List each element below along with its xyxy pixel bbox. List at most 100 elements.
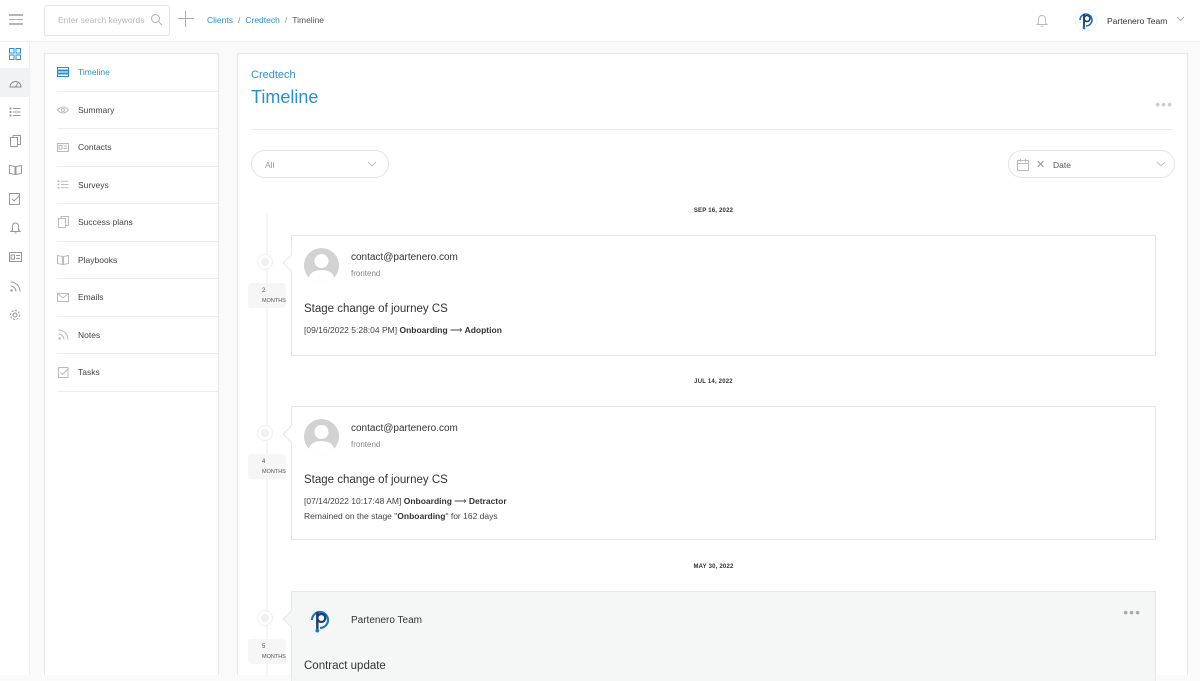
search-input[interactable] (58, 15, 148, 25)
subnav-item-label: Playbooks (78, 254, 118, 265)
more-options-icon[interactable]: ••• (1155, 96, 1173, 112)
list-icon[interactable] (8, 105, 22, 119)
subnav-item-label: Notes (78, 329, 101, 340)
id-card-icon (57, 142, 69, 153)
event-source: frontend (351, 269, 381, 278)
subnav-item-surveys[interactable]: Surveys (57, 167, 218, 204)
breadcrumb-separator: / (237, 15, 241, 25)
timeline-age-badge: 4 MONTHS (248, 454, 286, 479)
timeline-icon (57, 67, 69, 78)
subnav-item-notes[interactable]: Notes (57, 317, 218, 354)
event-title: Stage change of journey CS (304, 303, 448, 315)
chevron-down-icon[interactable] (1176, 16, 1185, 22)
breadcrumb-separator: / (284, 15, 288, 25)
event-timestamp: [07/14/2022 10:17:48 AM] (304, 496, 402, 506)
book-icon (57, 254, 69, 265)
subnav-item-label: Emails (78, 292, 104, 303)
subnav-item-timeline[interactable]: Timeline (57, 54, 218, 92)
breadcrumb-current: Timeline (292, 15, 325, 25)
breadcrumb-clients[interactable]: Clients (207, 15, 233, 25)
to-stage: Detractor (468, 496, 507, 506)
subnav-item-label: Summary (78, 104, 115, 115)
subnav-item-label: Surveys (78, 179, 109, 190)
remained-suffix: " for 162 days (445, 511, 498, 521)
timeline-age-badge: 2 MONTHS (248, 283, 286, 308)
timeline-event-card[interactable]: contact@partenero.com frontend Stage cha… (282, 406, 1156, 540)
feed-icon[interactable] (8, 279, 22, 293)
age-unit: MONTHS (262, 654, 286, 660)
client-name[interactable]: Credtech (251, 69, 296, 81)
subnav-item-contacts[interactable]: Contacts (57, 129, 218, 167)
subnav-item-tasks[interactable]: Tasks (57, 354, 218, 392)
user-avatar-logo[interactable] (1074, 8, 1098, 32)
dashboard-icon[interactable] (8, 47, 22, 61)
arrow-right-icon: ⟶ (454, 496, 467, 506)
to-stage: Adoption (464, 325, 502, 335)
chevron-down-icon (1156, 161, 1166, 167)
event-remained: Remained on the stage "Onboarding" for 1… (304, 511, 498, 521)
event-menu-icon[interactable]: ••• (1123, 604, 1141, 620)
remained-prefix: Remained on the stage " (304, 511, 398, 521)
card-pointer (282, 254, 300, 272)
subnav-item-label: Timeline (78, 67, 110, 78)
gear-icon[interactable] (8, 308, 22, 322)
subnav-item-success-plans[interactable]: Success plans (57, 204, 218, 242)
from-stage: Onboarding (403, 496, 452, 506)
search-icon[interactable] (150, 13, 163, 26)
event-author: contact@partenero.com (351, 252, 458, 263)
timeline-dot (258, 426, 272, 440)
event-source: frontend (351, 440, 381, 449)
book-icon[interactable] (8, 163, 22, 177)
calendar-icon[interactable] (1017, 159, 1029, 171)
event-title: Contract update (304, 660, 386, 672)
notifications-bell-icon[interactable] (1036, 14, 1048, 28)
user-name[interactable]: Partenero Team (1107, 16, 1167, 26)
timeline-event-card[interactable]: contact@partenero.com frontend Stage cha… (282, 235, 1156, 356)
timeline-date-label: MAY 30, 2022 (693, 564, 734, 570)
subnav-item-label: Tasks (78, 367, 100, 378)
subnav-item-label: Success plans (78, 217, 133, 228)
documents-icon[interactable] (8, 134, 22, 148)
documents-icon (57, 216, 69, 229)
eye-icon (57, 104, 69, 115)
timeline-dot (258, 611, 272, 625)
hamburger-menu-icon[interactable] (9, 14, 23, 26)
timeline-dot (258, 255, 272, 269)
event-timestamp: [09/16/2022 5:28:04 PM] (304, 325, 398, 335)
breadcrumb-credtech[interactable]: Credtech (245, 15, 280, 25)
dashboard-gauge-icon[interactable] (8, 76, 22, 90)
age-unit: MONTHS (262, 469, 286, 475)
id-card-icon[interactable] (8, 250, 22, 264)
avatar (304, 419, 339, 454)
arrow-right-icon: ⟶ (450, 325, 463, 335)
age-unit: MONTHS (262, 298, 286, 304)
date-filter[interactable]: ✕ Date (1008, 150, 1175, 178)
bell-icon[interactable] (8, 221, 22, 235)
date-filter-placeholder: Date (1053, 160, 1071, 170)
remained-stage: Onboarding (397, 511, 446, 521)
card-pointer (282, 610, 300, 628)
checklist-icon (57, 366, 69, 378)
add-icon[interactable] (178, 11, 194, 27)
partenero-logo (310, 610, 330, 633)
subnav-item-emails[interactable]: Emails (57, 279, 218, 317)
timeline-date-label: JUL 14, 2022 (694, 379, 733, 385)
subnav-item-summary[interactable]: Summary (57, 92, 218, 129)
event-type-select[interactable]: All (251, 150, 389, 178)
page-title: Timeline (251, 87, 319, 107)
subnav-item-playbooks[interactable]: Playbooks (57, 242, 218, 279)
clear-date-icon[interactable]: ✕ (1036, 158, 1045, 171)
checklist-icon[interactable] (8, 192, 22, 206)
from-stage: Onboarding (399, 325, 448, 335)
event-title: Stage change of journey CS (304, 474, 448, 486)
breadcrumb: Clients / Credtech / Timeline (207, 15, 324, 25)
envelope-icon (57, 292, 69, 303)
timeline-event-card[interactable]: Partenero Team ••• Contract update (282, 591, 1156, 681)
feed-icon (57, 329, 69, 340)
avatar (304, 248, 339, 283)
timeline-date-label: SEP 16, 2022 (693, 208, 734, 214)
list-icon (57, 179, 69, 190)
card-pointer (282, 425, 300, 443)
timeline-panel: Credtech Timeline ••• All ✕ Date SEP 16,… (237, 53, 1188, 681)
search-box[interactable] (44, 5, 170, 36)
